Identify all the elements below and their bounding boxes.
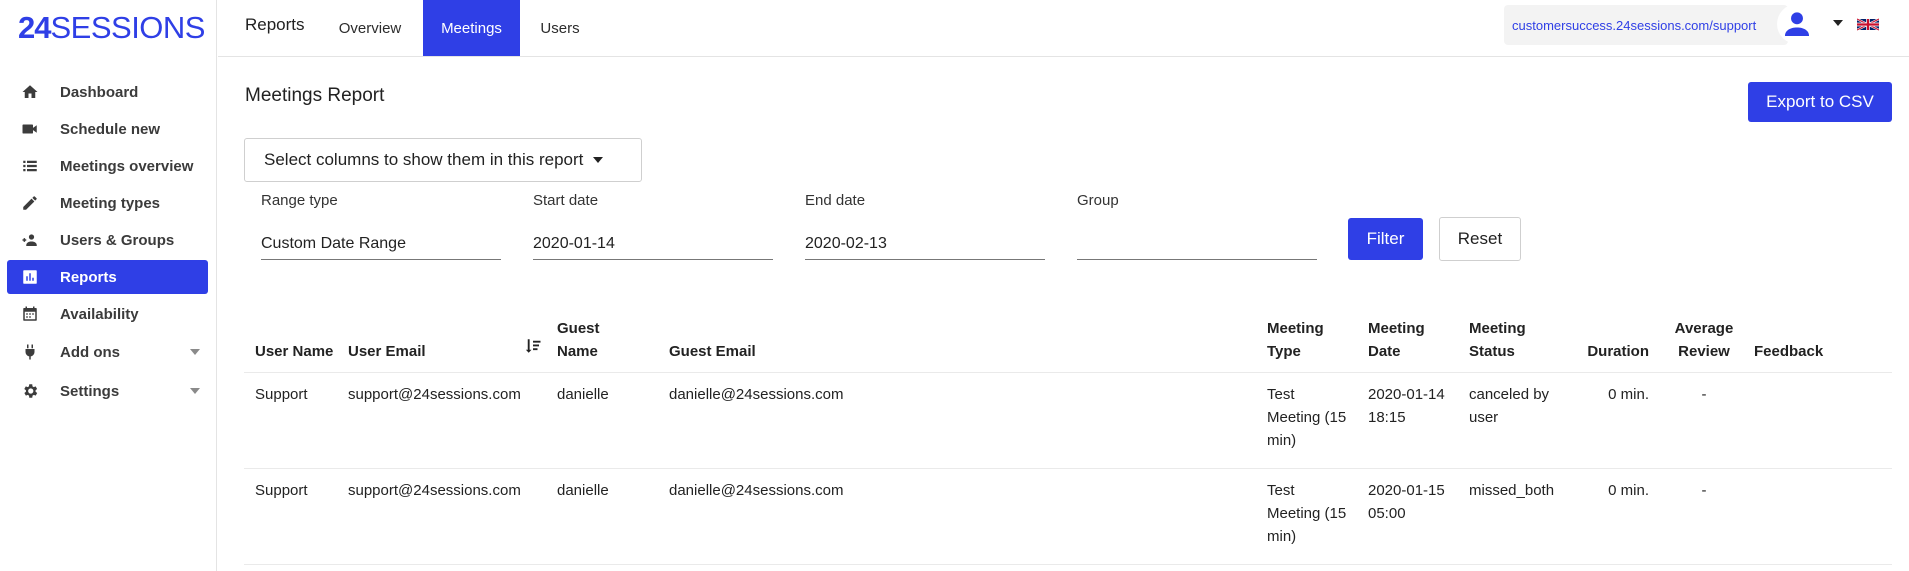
- section-title: Reports: [245, 15, 305, 34]
- filter-button[interactable]: Filter: [1348, 218, 1423, 260]
- users-icon: [20, 230, 40, 250]
- sidebar-item-settings[interactable]: Settings: [7, 373, 208, 409]
- sidebar-item-reports[interactable]: Reports: [7, 260, 208, 294]
- sidebar-item-label: Settings: [60, 382, 120, 400]
- sidebar-item-dashboard[interactable]: Dashboard: [7, 75, 208, 109]
- cell-user-name: Support: [255, 482, 308, 499]
- calendar-icon: [20, 304, 40, 324]
- table-row[interactable]: Support support@24sessions.com danielle …: [244, 373, 1892, 469]
- page-title: Meetings Report: [245, 85, 385, 106]
- range-type-label: Range type: [261, 192, 338, 209]
- column-header-meeting-date[interactable]: Meeting Date: [1368, 317, 1458, 363]
- sidebar: 24 SESSIONS Dashboard Schedule new Meetin…: [0, 0, 217, 571]
- user-icon: [1784, 12, 1810, 37]
- table-row[interactable]: Support support@24sessions.com danielle …: [244, 469, 1892, 565]
- tab-meetings[interactable]: Meetings: [423, 0, 520, 56]
- end-date-label: End date: [805, 192, 866, 209]
- sidebar-item-meeting-types[interactable]: Meeting types: [7, 186, 208, 220]
- sidebar-item-users-groups[interactable]: Users & Groups: [7, 223, 208, 257]
- plug-icon: [20, 342, 40, 362]
- range-type-input[interactable]: [261, 228, 501, 260]
- cell-guest-email: danielle@24sessions.com: [669, 386, 844, 403]
- cell-duration: 0 min.: [1608, 386, 1649, 403]
- cell-meeting-date: 2020-01-15 05:00: [1368, 482, 1445, 522]
- export-csv-button[interactable]: Export to CSV: [1748, 82, 1892, 122]
- column-header-user-email[interactable]: User Email: [348, 340, 543, 363]
- cell-meeting-type: Test Meeting (15 min): [1267, 386, 1347, 449]
- cell-user-name: Support: [255, 386, 308, 403]
- sidebar-item-label: Meetings overview: [60, 157, 194, 175]
- sidebar-item-label: Availability: [60, 305, 139, 323]
- end-date-input[interactable]: [805, 228, 1045, 260]
- video-camera-icon: [20, 119, 40, 139]
- sidebar-item-availability[interactable]: Availability: [7, 297, 208, 331]
- group-label: Group: [1077, 192, 1119, 209]
- cell-meeting-type: Test Meeting (15 min): [1267, 482, 1347, 545]
- cell-duration: 0 min.: [1608, 482, 1649, 499]
- main-content: Meetings Report Export to CSV Select col…: [218, 57, 1909, 571]
- gear-icon: [20, 381, 40, 401]
- sidebar-item-meetings-overview[interactable]: Meetings overview: [7, 149, 208, 183]
- start-date-label: Start date: [533, 192, 599, 209]
- home-icon: [20, 82, 40, 102]
- sidebar-item-label: Reports: [60, 268, 117, 286]
- account-dropdown-icon[interactable]: [1833, 20, 1843, 26]
- cell-guest-name: danielle: [557, 482, 609, 499]
- logo-number: 24: [18, 10, 51, 45]
- sidebar-item-schedule-new[interactable]: Schedule new: [7, 112, 208, 146]
- tab-users[interactable]: Users: [530, 0, 590, 56]
- column-header-feedback[interactable]: Feedback: [1754, 340, 1844, 363]
- avatar[interactable]: [1777, 4, 1817, 44]
- column-header-meeting-type[interactable]: Meeting Type: [1267, 317, 1347, 363]
- sidebar-item-label: Add ons: [60, 343, 120, 361]
- account-url-link[interactable]: customersuccess.24sessions.com/support: [1504, 5, 1788, 45]
- cell-user-email: support@24sessions.com: [348, 482, 521, 499]
- pencil-icon: [20, 193, 40, 213]
- start-date-input[interactable]: [533, 228, 773, 260]
- uk-flag-icon[interactable]: [1857, 18, 1879, 31]
- cell-average-review: -: [1701, 482, 1707, 499]
- cell-user-email: support@24sessions.com: [348, 386, 521, 403]
- range-type-field: Range type: [244, 192, 501, 260]
- start-date-field: Start date: [516, 192, 773, 260]
- table-header-row: User Name User Email Guest Name Guest Em…: [244, 307, 1892, 373]
- group-input[interactable]: [1077, 228, 1317, 260]
- sidebar-item-label: Dashboard: [60, 83, 139, 101]
- brand-logo[interactable]: 24 SESSIONS: [18, 10, 205, 46]
- meetings-table: User Name User Email Guest Name Guest Em…: [244, 307, 1892, 565]
- bar-chart-icon: [20, 267, 40, 287]
- list-icon: [20, 156, 40, 176]
- column-header-guest-name[interactable]: Guest Name: [557, 317, 637, 363]
- chevron-down-icon: [190, 349, 200, 355]
- cell-guest-email: danielle@24sessions.com: [669, 482, 844, 499]
- column-header-meeting-status[interactable]: Meeting Status: [1469, 317, 1569, 363]
- chevron-down-icon: [593, 157, 604, 163]
- cell-meeting-status: missed_both: [1469, 482, 1555, 499]
- end-date-field: End date: [788, 192, 1045, 260]
- sort-descending-icon[interactable]: [524, 337, 542, 355]
- select-columns-button[interactable]: Select columns to show them in this repo…: [244, 138, 642, 182]
- logo-text: SESSIONS: [50, 10, 205, 45]
- cell-meeting-date: 2020-01-14 18:15: [1368, 386, 1445, 426]
- group-field: Group: [1060, 192, 1317, 260]
- tab-overview[interactable]: Overview: [330, 0, 410, 56]
- sidebar-item-label: Users & Groups: [60, 231, 175, 249]
- column-header-duration[interactable]: Duration: [1569, 340, 1649, 363]
- top-bar: Reports Overview Meetings Users customer…: [218, 0, 1909, 57]
- column-header-guest-email[interactable]: Guest Email: [669, 340, 969, 363]
- sidebar-nav: Dashboard Schedule new Meetings overview…: [7, 75, 208, 412]
- sidebar-item-label: Schedule new: [60, 120, 161, 138]
- chevron-down-icon: [190, 388, 200, 394]
- cell-meeting-status: canceled by user: [1469, 386, 1550, 426]
- sidebar-item-add-ons[interactable]: Add ons: [7, 334, 208, 370]
- reset-button[interactable]: Reset: [1439, 217, 1521, 261]
- column-header-user-name[interactable]: User Name: [255, 340, 335, 363]
- cell-guest-name: danielle: [557, 386, 609, 403]
- column-header-average-review[interactable]: Average Review: [1667, 317, 1741, 363]
- select-columns-label: Select columns to show them in this repo…: [264, 150, 584, 169]
- sidebar-item-label: Meeting types: [60, 194, 161, 212]
- cell-average-review: -: [1701, 386, 1707, 403]
